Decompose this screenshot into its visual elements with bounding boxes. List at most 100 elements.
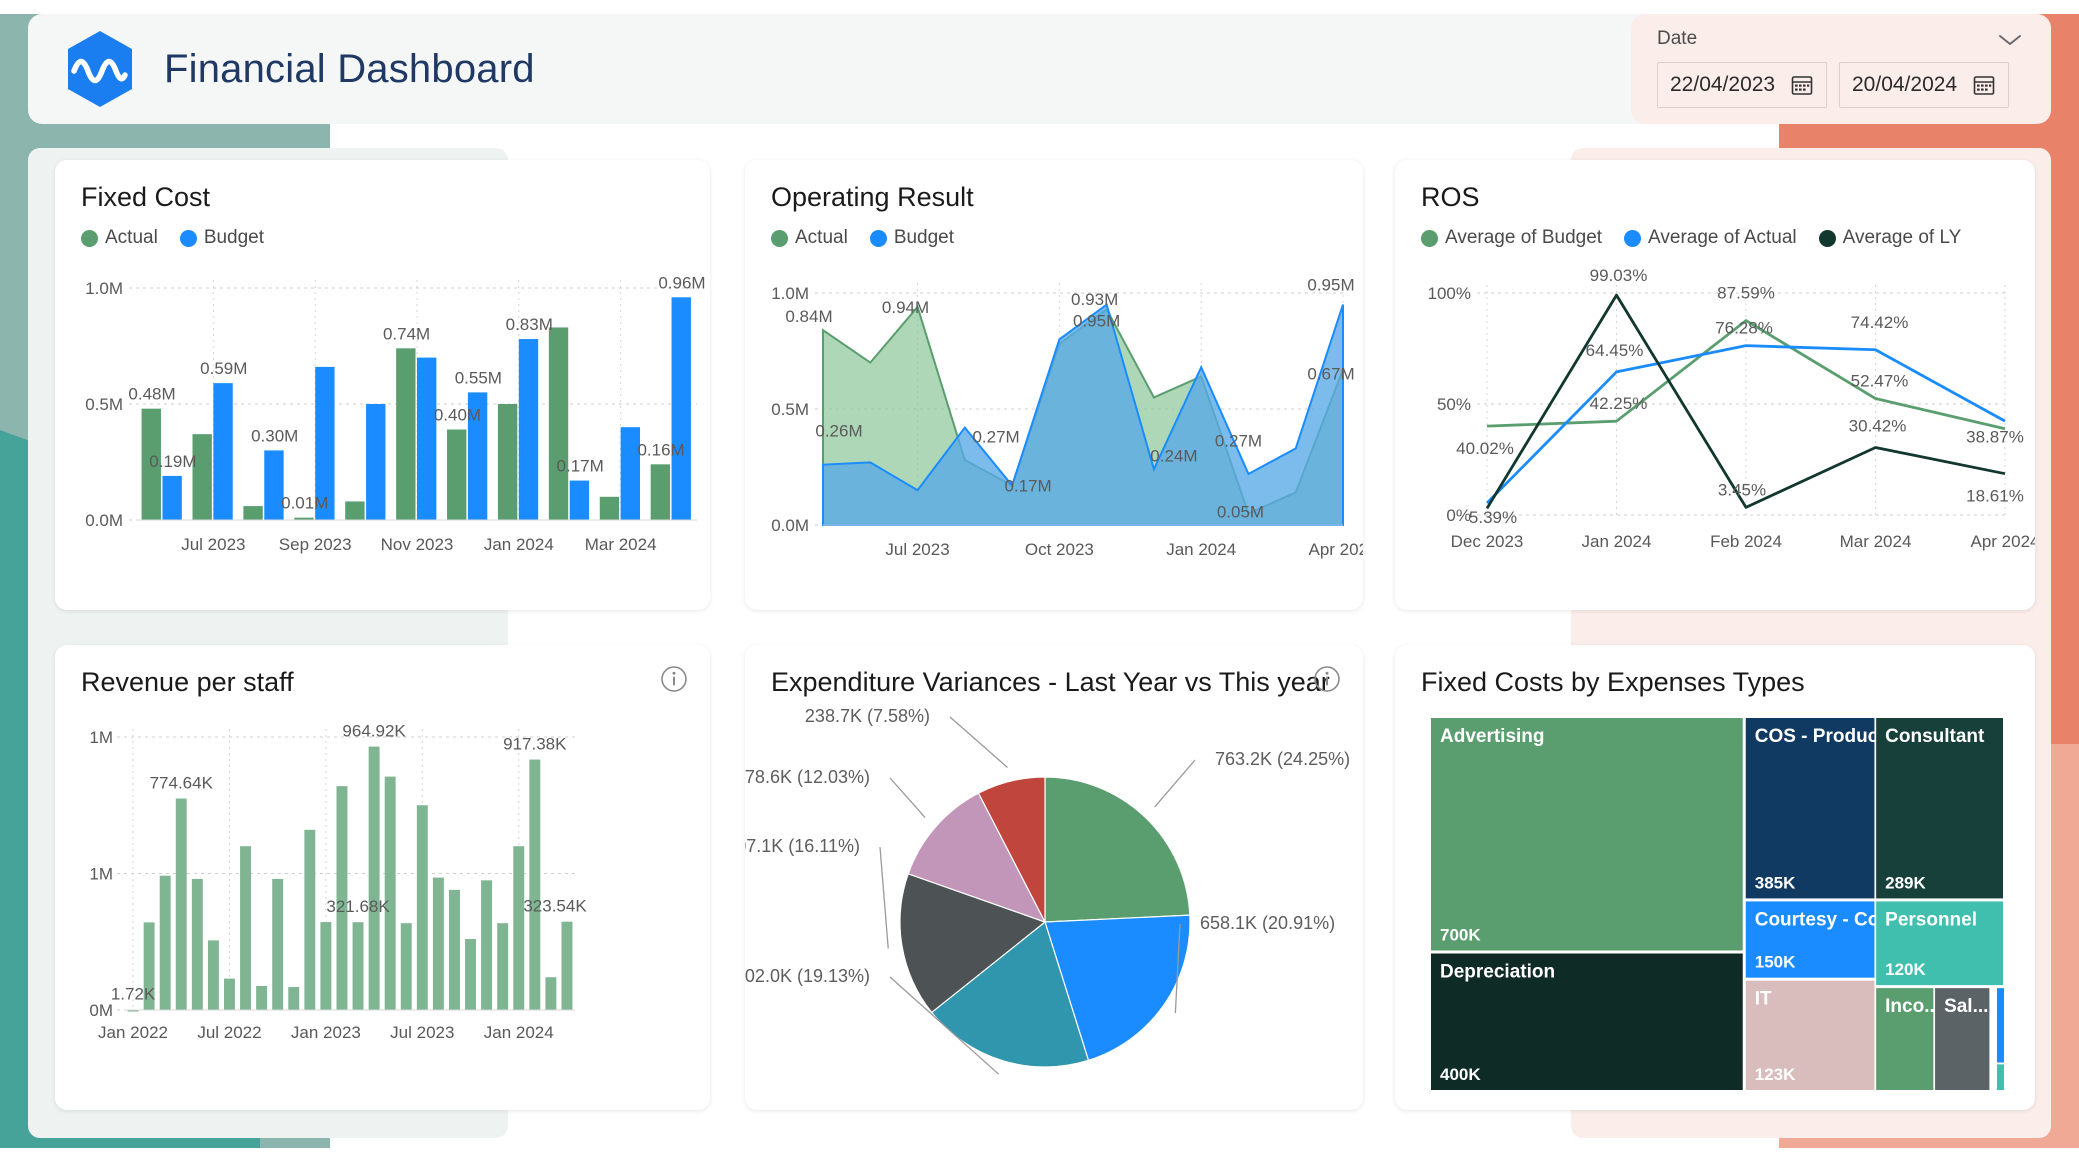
bar[interactable] [433, 878, 444, 1010]
end-date-field[interactable]: 20/04/2024 [1839, 62, 2009, 108]
svg-text:0.27M: 0.27M [1215, 431, 1262, 450]
legend-item[interactable]: Budget [180, 227, 264, 249]
svg-text:0.95M: 0.95M [1307, 276, 1354, 295]
svg-text:5.39%: 5.39% [1469, 508, 1517, 527]
bar[interactable] [672, 297, 691, 520]
svg-text:Feb 2024: Feb 2024 [1710, 532, 1782, 551]
info-icon[interactable] [660, 665, 688, 693]
svg-text:0.27M: 0.27M [972, 427, 1019, 446]
bar[interactable] [651, 464, 670, 520]
bar[interactable] [545, 977, 556, 1010]
treemap-node-label: COS - Products [1755, 726, 1895, 747]
bar[interactable] [562, 922, 573, 1010]
bar[interactable] [288, 987, 299, 1010]
bar[interactable] [345, 501, 364, 520]
treemap-node[interactable] [1431, 718, 1743, 951]
svg-text:0.19M: 0.19M [149, 452, 196, 471]
chart-ros[interactable]: 0%50%100%Dec 2023Jan 2024Feb 2024Mar 202… [1395, 265, 2035, 605]
card-fixed-cost[interactable]: Fixed Cost Actual Budget 0.0M0.5M1.0MJul… [55, 160, 710, 610]
legend-item[interactable]: Actual [81, 227, 158, 249]
bar[interactable] [224, 979, 235, 1010]
card-revenue-per-staff[interactable]: Revenue per staff 0M1M1MJan 2022Jul 2022… [55, 645, 710, 1110]
bar[interactable] [600, 497, 619, 520]
card-ros[interactable]: ROS Average of Budget Average of Actual … [1395, 160, 2035, 610]
chart-expenditure-pie[interactable]: 763.2K (24.25%)658.1K (20.91%)602.0K (19… [745, 707, 1363, 1107]
bar[interactable] [304, 830, 315, 1010]
bar[interactable] [240, 846, 251, 1010]
pie-slice[interactable] [1045, 777, 1190, 922]
bar[interactable] [449, 890, 460, 1010]
treemap-node-label: Depreciation [1440, 962, 1555, 983]
date-slicer[interactable]: Date 22/04/2023 20/04/2024 [1631, 14, 2051, 124]
svg-text:Dec 2023: Dec 2023 [1451, 532, 1524, 551]
bar[interactable] [447, 430, 466, 520]
bar[interactable] [160, 876, 171, 1010]
card-operating-result[interactable]: Operating Result Actual Budget 0.0M0.5M1… [745, 160, 1363, 610]
bar[interactable] [320, 922, 331, 1010]
legend-ros: Average of Budget Average of Actual Aver… [1421, 227, 2009, 249]
svg-text:74.42%: 74.42% [1851, 313, 1909, 332]
legend-item[interactable]: Average of Actual [1624, 227, 1797, 249]
calendar-icon[interactable] [1790, 73, 1814, 97]
start-date-field[interactable]: 22/04/2023 [1657, 62, 1827, 108]
bar[interactable] [513, 846, 524, 1010]
bar[interactable] [465, 939, 476, 1010]
bar[interactable] [162, 476, 181, 520]
svg-text:3.45%: 3.45% [1718, 480, 1766, 499]
chart-fixed-cost[interactable]: 0.0M0.5M1.0MJul 2023Sep 2023Nov 2023Jan … [55, 270, 710, 610]
bar[interactable] [353, 922, 364, 1010]
svg-text:0.17M: 0.17M [557, 457, 604, 476]
bar[interactable] [519, 339, 538, 520]
treemap-node-label: IT [1755, 989, 1772, 1010]
treemap-node[interactable] [1997, 988, 2004, 1062]
bar[interactable] [529, 760, 540, 1010]
calendar-icon[interactable] [1972, 73, 1996, 97]
legend-swatch-budget [870, 230, 887, 247]
svg-text:Oct 2023: Oct 2023 [1025, 540, 1094, 559]
bar[interactable] [401, 923, 412, 1010]
info-icon[interactable] [1313, 665, 1341, 693]
chart-treemap[interactable]: Advertising700KDepreciation400KCOS - Pro… [1395, 710, 2035, 1100]
svg-text:Jul 2023: Jul 2023 [390, 1023, 454, 1042]
svg-text:76.28%: 76.28% [1715, 319, 1773, 338]
svg-text:Mar 2024: Mar 2024 [1840, 532, 1912, 551]
bar[interactable] [243, 506, 262, 520]
bar[interactable] [385, 777, 396, 1010]
bar[interactable] [497, 923, 508, 1010]
bar[interactable] [570, 481, 589, 520]
svg-text:Nov 2023: Nov 2023 [381, 535, 454, 554]
bar[interactable] [417, 805, 428, 1010]
bar[interactable] [176, 799, 187, 1010]
bar[interactable] [417, 358, 436, 520]
treemap-node-label: Inco... [1885, 996, 1940, 1017]
chart-operating-result[interactable]: 0.0M0.5M1.0MJul 2023Oct 2023Jan 2024Apr … [745, 265, 1363, 610]
bar[interactable] [256, 986, 267, 1010]
legend-item[interactable]: Actual [771, 227, 848, 249]
chart-revenue-per-staff[interactable]: 0M1M1MJan 2022Jul 2022Jan 2023Jul 2023Ja… [55, 715, 710, 1105]
legend-item[interactable]: Budget [870, 227, 954, 249]
bar[interactable] [481, 880, 492, 1010]
bar[interactable] [396, 348, 415, 520]
bar[interactable] [192, 434, 211, 520]
chevron-down-icon[interactable] [1997, 32, 2023, 48]
card-fixed-costs-treemap[interactable]: Fixed Costs by Expenses Types Advertisin… [1395, 645, 2035, 1110]
bar[interactable] [366, 404, 385, 520]
bar[interactable] [498, 404, 517, 520]
svg-text:0.96M: 0.96M [658, 273, 705, 292]
bar[interactable] [208, 940, 219, 1010]
bar[interactable] [272, 879, 283, 1010]
bar[interactable] [549, 327, 568, 520]
bar[interactable] [369, 747, 380, 1010]
svg-text:0.93M: 0.93M [1071, 290, 1118, 309]
svg-text:Jul 2023: Jul 2023 [181, 535, 245, 554]
bar[interactable] [213, 383, 232, 520]
bar[interactable] [192, 879, 203, 1010]
card-expenditure-variances[interactable]: Expenditure Variances - Last Year vs Thi… [745, 645, 1363, 1110]
svg-text:323.54K: 323.54K [523, 897, 587, 916]
treemap-node[interactable] [1997, 1064, 2004, 1090]
legend-item[interactable]: Average of LY [1819, 227, 1962, 249]
legend-item[interactable]: Average of Budget [1421, 227, 1602, 249]
svg-text:1.0M: 1.0M [771, 284, 809, 303]
svg-text:1.72K: 1.72K [111, 985, 156, 1004]
svg-text:0%: 0% [1446, 506, 1471, 525]
